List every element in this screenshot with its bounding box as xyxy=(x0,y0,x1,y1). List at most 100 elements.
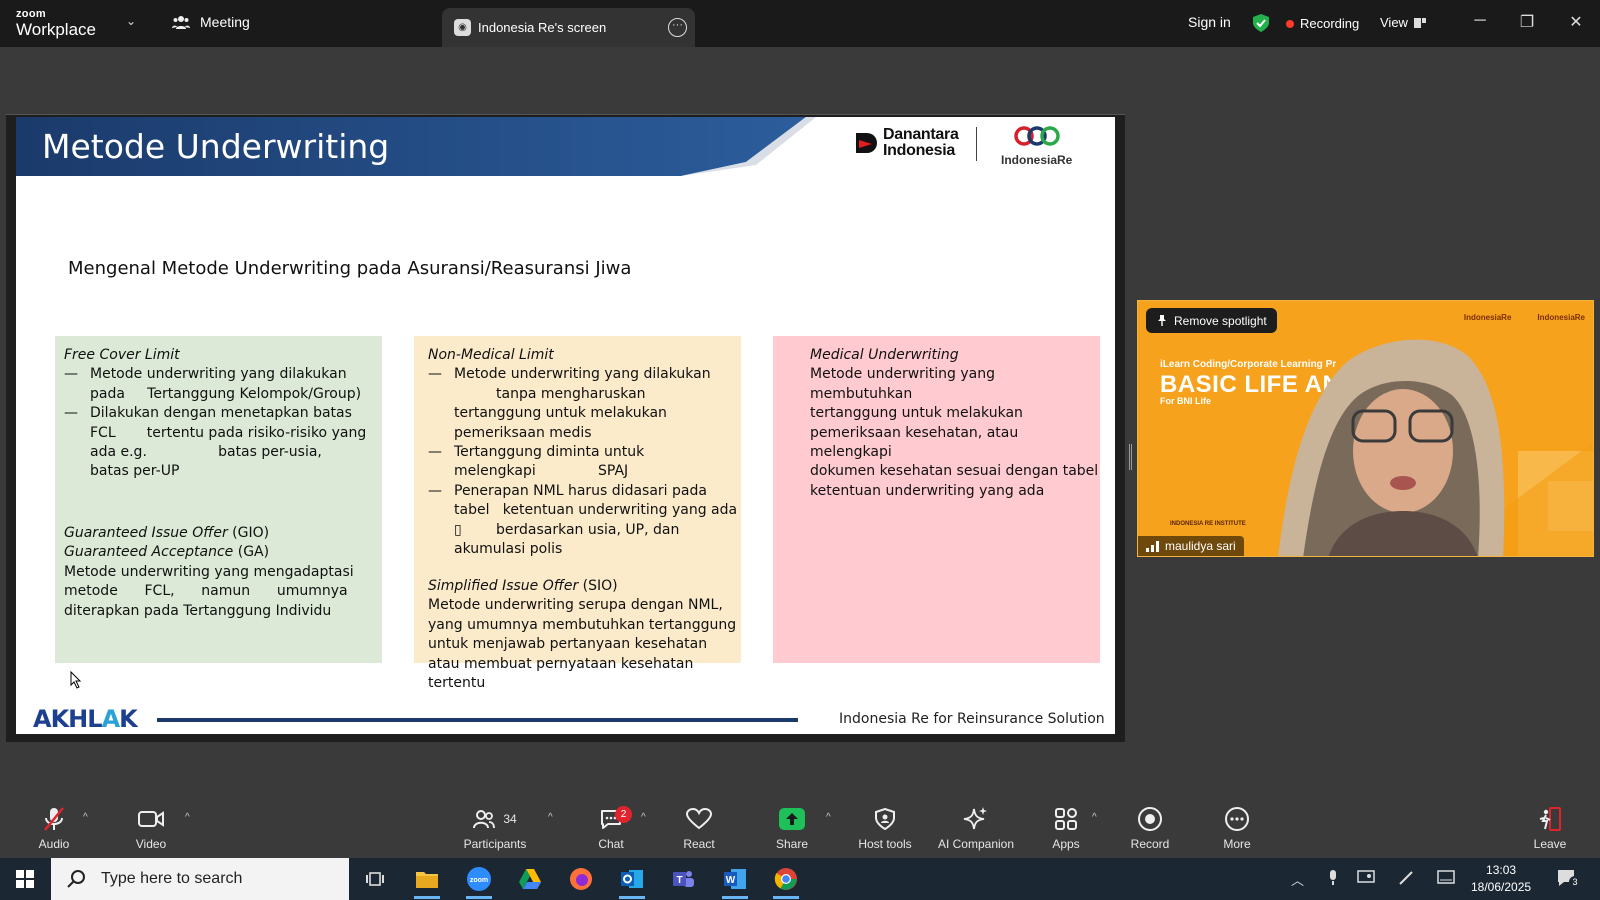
task-view-icon[interactable] xyxy=(360,866,390,892)
minimize-icon[interactable]: ─ xyxy=(1470,12,1490,30)
file-explorer-icon[interactable] xyxy=(412,866,442,899)
host-tools-label: Host tools xyxy=(858,837,912,851)
col2-b2b: melengkapi SPAJ xyxy=(454,463,629,480)
host-tools-button[interactable]: Host tools xyxy=(845,806,925,851)
zoom-workplace-logo[interactable]: zoom Workplace xyxy=(16,8,96,39)
close-icon[interactable]: ✕ xyxy=(1566,12,1586,32)
audio-options-caret-icon[interactable]: ^ xyxy=(83,812,88,823)
akhlak-part2: A xyxy=(101,705,121,733)
taskbar-clock[interactable]: 13:03 18/06/2025 xyxy=(1471,862,1531,896)
taskbar-search-box[interactable]: Type here to search xyxy=(51,858,349,900)
chat-button[interactable]: Chat xyxy=(571,806,651,851)
participants-count: 34 xyxy=(503,812,517,826)
share-label: Share xyxy=(775,837,809,851)
col2-b1d: pemeriksaan medis xyxy=(454,424,592,441)
col1-bullet1a: Metode underwriting yang dilakukan xyxy=(90,366,347,383)
restore-icon[interactable]: ❐ xyxy=(1517,12,1537,32)
security-shield-icon[interactable] xyxy=(1252,13,1270,33)
col2-b3d: akumulasi polis xyxy=(454,541,563,558)
video-button[interactable]: Video xyxy=(111,806,191,851)
speaker-video-tile[interactable]: IndonesiaRe IndonesiaRe iLearn Coding/Co… xyxy=(1137,300,1594,557)
leave-button[interactable]: Leave xyxy=(1510,806,1590,851)
more-options-icon[interactable]: ··· xyxy=(668,18,687,37)
ai-companion-button[interactable]: AI Companion xyxy=(926,806,1026,851)
participants-options-caret-icon[interactable]: ^ xyxy=(548,812,553,823)
view-button[interactable]: View xyxy=(1380,15,1426,30)
view-layout-icon xyxy=(1413,17,1426,28)
col1-bullet2b: FCL tertentu pada risiko-risiko yang xyxy=(90,424,367,441)
firefox-icon[interactable] xyxy=(566,866,596,892)
sign-in-button[interactable]: Sign in xyxy=(1188,14,1231,30)
screen-share-icon: ◉ xyxy=(454,19,471,36)
people-icon xyxy=(172,16,190,29)
taskbar-search-placeholder: Type here to search xyxy=(101,870,243,887)
col3-l2: tertanggung untuk melakukan xyxy=(810,405,1023,422)
tray-overflow-chevron-icon[interactable]: ︿ xyxy=(1291,870,1304,889)
tray-microphone-icon[interactable] xyxy=(1327,870,1339,886)
react-button[interactable]: React xyxy=(659,806,739,851)
logo-line1: zoom xyxy=(16,8,46,20)
clock-date: 18/06/2025 xyxy=(1471,880,1532,894)
remove-spotlight-button[interactable]: Remove spotlight xyxy=(1146,308,1277,333)
zoom-app-icon[interactable]: zoom xyxy=(464,866,494,899)
chat-options-caret-icon[interactable]: ^ xyxy=(641,812,646,823)
sparkle-icon xyxy=(963,807,987,830)
outlook-icon[interactable] xyxy=(617,866,647,899)
share-button[interactable]: Share xyxy=(752,806,832,851)
ga-abbr: (GA) xyxy=(233,544,270,561)
windows-start-icon[interactable] xyxy=(16,870,34,888)
recording-indicator[interactable]: Recording xyxy=(1286,16,1359,31)
speaker-person-image xyxy=(1278,339,1505,556)
svg-text:zoom: zoom xyxy=(470,877,488,884)
record-icon xyxy=(1138,807,1162,831)
col2-s3: untuk menjawab pertanyaan kesehatan xyxy=(428,636,708,653)
akhlak-logo: AKHLAK xyxy=(33,705,138,733)
chat-label: Chat xyxy=(598,837,624,851)
col2-b3b: tabel ketentuan underwriting yang ada xyxy=(454,502,738,519)
col3-l5: ketentuan underwriting yang ada xyxy=(810,482,1045,499)
audio-label: Audio xyxy=(38,837,70,851)
presentation-slide: Metode Underwriting Danantara Indonesia I… xyxy=(16,117,1115,734)
col2-s5: tertentu xyxy=(428,675,486,692)
chrome-icon[interactable] xyxy=(771,866,801,899)
free-cover-limit-box: Free Cover Limit — Metode underwriting ya… xyxy=(55,336,382,663)
col2-heading: Non-Medical Limit xyxy=(428,347,554,363)
slide-tagline: Indonesia Re for Reinsurance Solution xyxy=(839,711,1105,727)
google-drive-icon[interactable] xyxy=(515,866,545,892)
svg-text:W: W xyxy=(726,875,736,886)
teams-icon[interactable]: T xyxy=(668,866,698,892)
leave-door-icon xyxy=(1539,807,1561,831)
tab-meeting-label: Meeting xyxy=(200,14,250,30)
notification-center-icon[interactable]: 3 xyxy=(1556,868,1581,893)
ai-companion-label: AI Companion xyxy=(937,837,1015,851)
share-options-caret-icon[interactable]: ^ xyxy=(826,812,831,823)
footer-line xyxy=(157,718,798,722)
audio-button[interactable]: Audio xyxy=(14,806,94,851)
video-label: Video xyxy=(135,837,167,851)
indonesiare-text: IndonesiaRe xyxy=(1001,153,1073,167)
tray-display-icon[interactable] xyxy=(1357,870,1375,886)
col2-s1: Metode underwriting serupa dengan NML, xyxy=(428,597,723,614)
tab-shared-screen[interactable]: ◉ Indonesia Re's screen ··· xyxy=(442,8,695,47)
logo-line2: Workplace xyxy=(16,20,96,39)
tray-keyboard-icon[interactable] xyxy=(1437,870,1455,884)
more-button[interactable]: More xyxy=(1197,806,1277,851)
tray-pen-icon[interactable] xyxy=(1398,870,1414,886)
word-icon[interactable]: W xyxy=(720,866,750,899)
participant-name: maulidya sari xyxy=(1165,539,1236,553)
apps-options-caret-icon[interactable]: ^ xyxy=(1092,812,1097,823)
title-bar: zoom Workplace ⌄ Meeting ◉ Indonesia Re'… xyxy=(0,0,1600,47)
ga-heading: Guaranteed Acceptance xyxy=(64,544,234,561)
panel-resize-handle[interactable] xyxy=(1129,444,1132,470)
participants-button[interactable]: 34 Participants xyxy=(455,806,535,851)
video-options-caret-icon[interactable]: ^ xyxy=(185,812,190,823)
chevron-down-icon[interactable]: ⌄ xyxy=(126,14,136,28)
record-button[interactable]: Record xyxy=(1110,806,1190,851)
participants-icon xyxy=(473,810,496,829)
col1-bullet2d: batas per-UP xyxy=(90,463,180,480)
video-camera-icon xyxy=(138,811,164,827)
search-icon xyxy=(67,870,85,888)
tab-meeting[interactable]: Meeting xyxy=(172,14,250,30)
brand1-line1: Danantara xyxy=(883,126,959,143)
danantara-logo: Danantara Indonesia xyxy=(854,127,959,159)
